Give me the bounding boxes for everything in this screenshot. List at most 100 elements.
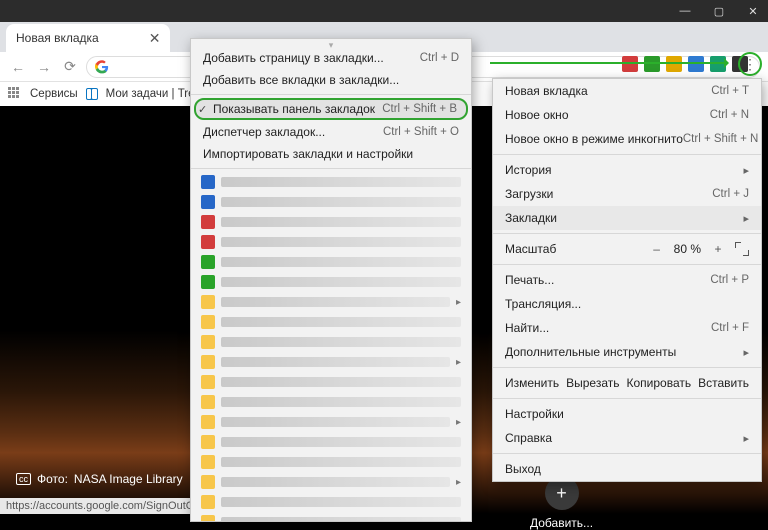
bookmark-item[interactable] <box>191 212 471 232</box>
tab-close-icon[interactable]: ✕ <box>149 30 161 47</box>
label: Новое окно в режиме инкогнито <box>505 132 683 146</box>
submenu-manager[interactable]: Диспетчер закладок...Ctrl + Shift + O <box>191 121 471 143</box>
bookmarks-bar-apps[interactable]: Сервисы <box>30 88 78 100</box>
bookmark-item[interactable] <box>191 232 471 252</box>
menu-bookmarks[interactable]: Закладки <box>493 206 761 230</box>
submenu-add-all[interactable]: Добавить все вкладки в закладки... <box>191 69 471 91</box>
shortcut: Ctrl + Shift + O <box>383 126 459 138</box>
label: Импортировать закладки и настройки <box>203 147 413 161</box>
label: Настройки <box>505 407 564 421</box>
label: Найти... <box>505 321 549 335</box>
label: Показывать панель закладок <box>213 102 375 116</box>
label: Трансляция... <box>505 297 581 311</box>
shortcut: Ctrl + J <box>712 188 749 200</box>
browser-tab[interactable]: Новая вкладка ✕ <box>6 24 170 52</box>
submenu-import[interactable]: Импортировать закладки и настройки <box>191 143 471 165</box>
label: Справка <box>505 431 552 445</box>
bookmark-item[interactable] <box>191 312 471 332</box>
bookmark-label-redacted <box>221 477 450 487</box>
chevron-right-icon: ▸ <box>456 357 461 368</box>
menu-separator <box>493 233 761 234</box>
bookmarks-submenu: ▾ Добавить страницу в закладки... Ctrl + … <box>190 38 472 522</box>
shortcut: Ctrl + P <box>710 274 749 286</box>
menu-find[interactable]: Найти...Ctrl + F <box>493 316 761 340</box>
photo-credit: cc Фото: NASA Image Library <box>16 472 183 486</box>
bookmark-item[interactable] <box>191 172 471 192</box>
bookmark-label-redacted <box>221 197 461 207</box>
menu-downloads[interactable]: Загрузки Ctrl + J <box>493 182 761 206</box>
bookmark-label-redacted <box>221 377 461 387</box>
label: Загрузки <box>505 187 553 201</box>
bookmark-item[interactable]: ▸ <box>191 352 471 372</box>
menu-incognito[interactable]: Новое окно в режиме инкогнитоCtrl + Shif… <box>493 127 761 151</box>
menu-help[interactable]: Справка <box>493 426 761 450</box>
apps-icon[interactable] <box>8 87 22 101</box>
folder-icon <box>201 395 215 409</box>
bookmark-item[interactable] <box>191 432 471 452</box>
edit-cut[interactable]: Вырезать <box>566 376 619 390</box>
bookmark-item[interactable] <box>191 192 471 212</box>
menu-separator <box>493 154 761 155</box>
grip-icon: ▾ <box>316 40 346 44</box>
reload-button[interactable]: ⟳ <box>60 57 80 77</box>
menu-cast[interactable]: Трансляция... <box>493 292 761 316</box>
label: Добавить все вкладки в закладки... <box>203 73 399 87</box>
folder-icon <box>201 355 215 369</box>
menu-print[interactable]: Печать... Ctrl + P <box>493 268 761 292</box>
zoom-in-button[interactable]: + <box>711 242 725 256</box>
menu-exit[interactable]: Выход <box>493 457 761 481</box>
menu-settings[interactable]: Настройки <box>493 402 761 426</box>
add-shortcut[interactable]: + Добавить... <box>530 476 593 530</box>
bookmark-label-redacted <box>221 177 461 187</box>
bookmark-label-redacted <box>221 457 461 467</box>
bookmark-item[interactable] <box>191 492 471 512</box>
chevron-right-icon: ▸ <box>456 417 461 428</box>
folder-icon <box>201 315 215 329</box>
extension-icon[interactable] <box>666 56 682 72</box>
folder-icon <box>201 295 215 309</box>
credit-source[interactable]: NASA Image Library <box>74 472 183 486</box>
bookmark-item[interactable]: ▸ <box>191 412 471 432</box>
extension-icon[interactable] <box>688 56 704 72</box>
bookmark-item[interactable]: ▸ <box>191 292 471 312</box>
menu-history[interactable]: История <box>493 158 761 182</box>
window-close-button[interactable]: ✕ <box>744 2 762 20</box>
credit-label: Фото: <box>37 472 68 486</box>
trello-icon <box>86 88 98 100</box>
folder-icon <box>201 415 215 429</box>
bookmark-item[interactable]: ▸ <box>191 472 471 492</box>
bookmark-item[interactable] <box>191 392 471 412</box>
edit-paste[interactable]: Вставить <box>698 376 749 390</box>
menu-new-tab[interactable]: Новая вкладкаCtrl + T <box>493 79 761 103</box>
chevron-right-icon: ▸ <box>456 297 461 308</box>
extension-icon[interactable] <box>644 56 660 72</box>
bookmark-item[interactable] <box>191 332 471 352</box>
fullscreen-icon[interactable] <box>735 242 749 256</box>
forward-button[interactable]: → <box>34 57 54 77</box>
bookmark-item[interactable] <box>191 372 471 392</box>
favicon <box>201 235 215 249</box>
bookmark-list: ▸▸▸▸▸ <box>191 172 471 522</box>
menu-edit-row: Изменить Вырезать Копировать Вставить <box>493 371 761 395</box>
submenu-show-bar[interactable]: Показывать панель закладокCtrl + Shift +… <box>194 98 468 120</box>
menu-new-window[interactable]: Новое окноCtrl + N <box>493 103 761 127</box>
back-button[interactable]: ← <box>8 57 28 77</box>
menu-zoom: Масштаб – 80 % + <box>493 237 761 261</box>
zoom-out-button[interactable]: – <box>650 242 664 256</box>
bookmark-item[interactable] <box>191 252 471 272</box>
extension-icon[interactable] <box>622 56 638 72</box>
edit-copy[interactable]: Копировать <box>626 376 691 390</box>
menu-more-tools[interactable]: Дополнительные инструменты <box>493 340 761 364</box>
window-maximize-button[interactable]: ▢ <box>710 2 728 20</box>
label: Новая вкладка <box>505 84 588 98</box>
menu-separator <box>493 367 761 368</box>
label: Печать... <box>505 273 554 287</box>
submenu-add-page[interactable]: Добавить страницу в закладки... Ctrl + D <box>191 47 471 69</box>
window-minimize-button[interactable]: — <box>676 2 694 20</box>
shortcut: Ctrl + D <box>420 52 459 64</box>
bookmark-item[interactable] <box>191 452 471 472</box>
bookmark-item[interactable] <box>191 272 471 292</box>
label: Добавить страницу в закладки... <box>203 51 384 65</box>
label: Закладки <box>505 211 557 225</box>
chrome-menu-button[interactable]: ⋮ <box>738 52 762 76</box>
